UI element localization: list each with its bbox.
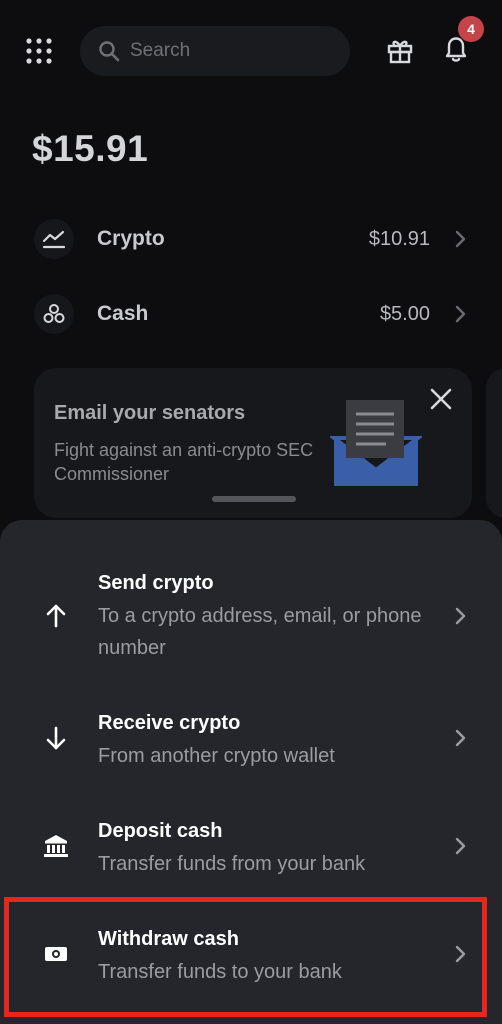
- gift-icon[interactable]: [386, 36, 414, 64]
- arrow-down-icon: [46, 726, 66, 750]
- crypto-row[interactable]: Crypto $10.91: [0, 204, 502, 274]
- promo-text: Fight against an anti-crypto SEC Commiss…: [54, 440, 314, 484]
- chevron-right-icon: [455, 945, 466, 963]
- search-input[interactable]: Search: [80, 26, 350, 76]
- coins-icon: [34, 294, 74, 334]
- search-icon: [99, 41, 120, 62]
- chevron-right-icon: [455, 607, 466, 625]
- withdraw-cash-action[interactable]: Withdraw cash Transfer funds to your ban…: [0, 916, 502, 996]
- cash-value: $5.00: [379, 302, 430, 325]
- send-crypto-title: Send crypto: [98, 572, 214, 594]
- receive-crypto-subtitle: From another crypto wallet: [98, 745, 335, 767]
- arrow-up-icon: [46, 604, 66, 628]
- notification-badge: 4: [458, 16, 484, 42]
- cash-label: Cash: [97, 302, 149, 325]
- carousel-indicator: [212, 496, 296, 502]
- cash-row[interactable]: Cash $5.00: [0, 279, 502, 349]
- send-crypto-action[interactable]: Send crypto To a crypto address, email, …: [0, 560, 502, 670]
- deposit-cash-subtitle: Transfer funds from your bank: [98, 853, 366, 875]
- withdraw-cash-title: Withdraw cash: [98, 928, 239, 950]
- close-icon[interactable]: [428, 386, 454, 412]
- apps-grid-icon[interactable]: [24, 36, 54, 66]
- total-balance: $15.91: [32, 128, 149, 169]
- search-placeholder: Search: [130, 40, 191, 61]
- cash-bill-icon: [45, 947, 67, 961]
- receive-crypto-action[interactable]: Receive crypto From another crypto walle…: [0, 700, 502, 780]
- withdraw-cash-subtitle: Transfer funds to your bank: [98, 961, 342, 983]
- envelope-letter-icon: [330, 400, 422, 486]
- promo-title: Email your senators: [54, 402, 246, 424]
- bank-icon: [44, 835, 68, 857]
- send-crypto-subtitle: To a crypto address, email, or phone num…: [98, 605, 422, 659]
- chevron-right-icon: [455, 837, 466, 855]
- deposit-cash-title: Deposit cash: [98, 820, 223, 842]
- top-bar: Search 4: [0, 0, 502, 100]
- chevron-right-icon: [455, 729, 466, 747]
- crypto-label: Crypto: [97, 227, 165, 250]
- crypto-value: $10.91: [368, 227, 430, 250]
- next-promo-card[interactable]: [486, 368, 502, 518]
- receive-crypto-title: Receive crypto: [98, 712, 241, 734]
- deposit-cash-action[interactable]: Deposit cash Transfer funds from your ba…: [0, 808, 502, 888]
- chevron-right-icon: [455, 230, 466, 248]
- chart-icon: [34, 219, 74, 259]
- chevron-right-icon: [455, 305, 466, 323]
